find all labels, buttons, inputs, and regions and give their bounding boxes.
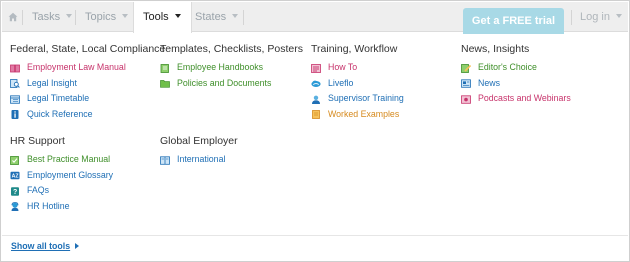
pencil-doc-icon [461, 63, 471, 73]
nav-separator [571, 10, 572, 25]
login-link[interactable]: Log in [580, 2, 622, 32]
menu-column-hr-support: HR Support Best Practice Manual AZ Emplo… [10, 134, 113, 215]
login-label: Log in [580, 11, 610, 23]
glossary-icon: AZ [10, 171, 20, 180]
folder-icon [160, 80, 170, 88]
menu-item-employee-handbooks[interactable]: Employee Handbooks [160, 60, 303, 76]
menu-item-policies-and-documents[interactable]: Policies and Documents [160, 76, 303, 92]
menu-item-employment-law-manual[interactable]: Employment Law Manual [10, 60, 165, 76]
menu-column-training: Training, Workflow How To Liveflo Superv… [311, 42, 404, 123]
tab-topics-label: Topics [85, 11, 117, 23]
item-label: Policies and Documents [177, 77, 272, 88]
menu-item-editors-choice[interactable]: Editor's Choice [461, 60, 537, 76]
column-heading: Templates, Checklists, Posters [160, 43, 303, 55]
tab-tasks-label: Tasks [32, 11, 61, 23]
item-label: Supervisor Training [328, 93, 404, 104]
item-label: Quick Reference [27, 108, 93, 119]
menu-item-worked-examples[interactable]: Worked Examples [311, 107, 400, 123]
column-heading: Training, Workflow [311, 43, 398, 55]
show-all-label: Show all tools [11, 241, 71, 251]
show-all-tools-link[interactable]: Show all tools [11, 241, 80, 251]
menu-item-news[interactable]: News [461, 76, 529, 92]
item-label: News [478, 77, 500, 88]
menu-item-legal-insight[interactable]: Legal Insight [10, 76, 165, 92]
item-label: Employment Law Manual [27, 62, 126, 72]
menu-item-liveflo[interactable]: Liveflo [311, 76, 397, 92]
list-icon [311, 63, 321, 73]
menu-column-compliance: Federal, State, Local Compliance Employm… [10, 42, 165, 122]
hotline-icon [11, 202, 19, 212]
column-heading: Global Employer [160, 135, 238, 147]
menu-item-faqs[interactable]: ? FAQs [10, 183, 65, 199]
chevron-right-icon [75, 243, 80, 249]
home-icon[interactable] [8, 12, 18, 22]
item-label: Liveflo [328, 77, 354, 88]
item-label: Legal Insight [27, 77, 77, 88]
menu-item-quick-reference[interactable]: Quick Reference [10, 107, 165, 123]
timetable-icon [10, 95, 20, 104]
item-label: HR Hotline [27, 200, 70, 211]
column-heading: Federal, State, Local Compliance [10, 43, 166, 55]
svg-text:?: ? [13, 189, 17, 196]
menu-column-news: News, Insights Editor's Choice News Podc… [461, 42, 571, 107]
supervisor-icon [312, 95, 320, 104]
handbook-icon [160, 63, 169, 73]
globe-book-icon [160, 155, 170, 165]
free-trial-button[interactable]: Get a FREE trial [463, 8, 564, 34]
nav-separator [22, 10, 23, 25]
tab-tools-label: Tools [143, 11, 169, 23]
tab-tools[interactable]: Tools [133, 2, 192, 33]
faq-icon: ? [11, 186, 19, 196]
menu-item-best-practice-manual[interactable]: Best Practice Manual [10, 152, 110, 168]
info-icon [11, 110, 19, 120]
chevron-down-icon [122, 14, 129, 18]
item-label: Legal Timetable [27, 93, 90, 104]
tools-dropdown-panel: Tasks Topics Tools States Get a FREE tri… [0, 0, 630, 262]
menu-column-templates: Templates, Checklists, Posters Employee … [160, 42, 303, 91]
menu-item-supervisor-training[interactable]: Supervisor Training [311, 91, 404, 107]
column-heading: News, Insights [461, 43, 530, 55]
nav-separator [243, 10, 244, 25]
chevron-down-icon [232, 14, 239, 18]
news-icon [461, 79, 471, 88]
chevron-down-icon [615, 14, 622, 18]
menu-item-how-to[interactable]: How To [311, 60, 397, 76]
chevron-down-icon [174, 14, 181, 18]
menu-item-podcasts-and-webinars[interactable]: Podcasts and Webinars [461, 91, 571, 107]
podcast-icon [461, 95, 471, 104]
item-label: Worked Examples [328, 108, 400, 119]
item-label: Editor's Choice [478, 62, 537, 72]
item-label: Podcasts and Webinars [478, 93, 571, 104]
item-label: Employee Handbooks [177, 62, 264, 72]
notes-icon [312, 110, 320, 120]
tab-tasks[interactable]: Tasks [32, 2, 73, 32]
menu-item-hr-hotline[interactable]: HR Hotline [10, 199, 70, 215]
item-label: Best Practice Manual [27, 154, 111, 164]
book-icon [10, 64, 20, 72]
menu-column-global-employer: Global Employer International [160, 134, 238, 168]
cloud-icon [311, 80, 321, 88]
tab-states[interactable]: States [195, 2, 239, 32]
menu-item-international[interactable]: International [160, 152, 238, 168]
item-label: International [177, 154, 226, 164]
item-label: Employment Glossary [27, 169, 114, 180]
column-heading: HR Support [10, 135, 65, 147]
item-label: How To [328, 62, 358, 72]
tab-topics[interactable]: Topics [85, 2, 129, 32]
best-practice-icon [10, 155, 19, 165]
menu-item-employment-glossary[interactable]: AZ Employment Glossary [10, 168, 113, 184]
menu-item-legal-timetable[interactable]: Legal Timetable [10, 91, 165, 107]
chevron-down-icon [66, 14, 73, 18]
top-navigation-bar: Tasks Topics Tools States Get a FREE tri… [2, 2, 628, 34]
item-label: FAQs [27, 185, 49, 196]
search-doc-icon [10, 79, 20, 88]
footer-divider [2, 235, 628, 236]
svg-text:AZ: AZ [12, 174, 20, 180]
tab-states-label: States [195, 11, 227, 23]
nav-separator [75, 10, 76, 25]
